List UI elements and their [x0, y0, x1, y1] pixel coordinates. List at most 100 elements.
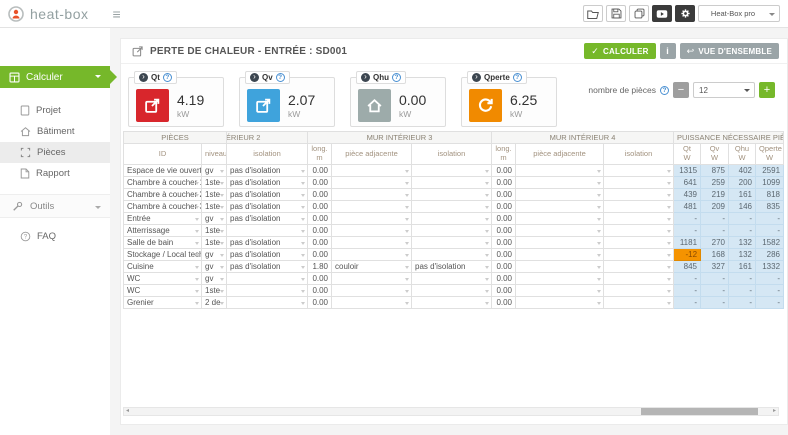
horizontal-scrollbar[interactable]: ◂ ▸: [123, 407, 779, 416]
cell-m4_long[interactable]: 0.00: [492, 165, 516, 177]
cell-m4_long[interactable]: 0.00: [492, 201, 516, 213]
sidebar-section-outils[interactable]: Outils: [0, 194, 110, 218]
cell-m4_adj[interactable]: [516, 189, 604, 201]
cell-id[interactable]: Chambre à coucher 3: [124, 201, 202, 213]
cell-m4_long[interactable]: 0.00: [492, 273, 516, 285]
cell-iso2[interactable]: pas d'isolation: [227, 213, 308, 225]
cell-m4_iso[interactable]: [604, 165, 674, 177]
cell-id[interactable]: Grenier: [124, 297, 202, 309]
save-button[interactable]: [606, 5, 626, 22]
cell-m4_iso[interactable]: [604, 177, 674, 189]
cell-m4_adj[interactable]: [516, 261, 604, 273]
rooms-plus-button[interactable]: +: [759, 82, 775, 98]
cell-m3_adj[interactable]: [332, 201, 412, 213]
cell-iso2[interactable]: pas d'isolation: [227, 261, 308, 273]
cell-m3_iso[interactable]: [412, 285, 492, 297]
scroll-left-icon[interactable]: ◂: [126, 407, 129, 416]
cell-m4_adj[interactable]: [516, 213, 604, 225]
cell-m4_adj[interactable]: [516, 177, 604, 189]
cell-m3_adj[interactable]: [332, 165, 412, 177]
cell-m4_adj[interactable]: [516, 285, 604, 297]
cell-iso2[interactable]: pas d'isolation: [227, 177, 308, 189]
info-button[interactable]: i: [660, 43, 676, 59]
cell-m3_long[interactable]: 0.00: [308, 249, 332, 261]
cell-m3_long[interactable]: 0.00: [308, 285, 332, 297]
cell-id[interactable]: Atterrissage: [124, 225, 202, 237]
cell-id[interactable]: Salle de bain: [124, 237, 202, 249]
cell-m3_adj[interactable]: [332, 177, 412, 189]
cell-m3_iso[interactable]: [412, 225, 492, 237]
cell-m3_long[interactable]: 0.00: [308, 297, 332, 309]
cell-m3_adj[interactable]: [332, 249, 412, 261]
copy-button[interactable]: [629, 5, 649, 22]
cell-iso2[interactable]: pas d'isolation: [227, 237, 308, 249]
cell-id[interactable]: Chambre à coucher 2: [124, 189, 202, 201]
goto-icon[interactable]: ›: [472, 73, 481, 82]
cell-m3_long[interactable]: 0.00: [308, 237, 332, 249]
cell-id[interactable]: Entrée: [124, 213, 202, 225]
cell-id[interactable]: Chambre à coucher 1: [124, 177, 202, 189]
cell-m3_long[interactable]: 0.00: [308, 177, 332, 189]
help-icon[interactable]: ?: [660, 86, 669, 95]
sidebar-item-batiment[interactable]: Bâtiment: [0, 121, 110, 142]
cell-m3_long[interactable]: 0.00: [308, 213, 332, 225]
cell-niveau[interactable]: 1ste: [202, 201, 227, 213]
cell-m3_adj[interactable]: [332, 237, 412, 249]
cell-m4_long[interactable]: 0.00: [492, 297, 516, 309]
sidebar-item-rapport[interactable]: Rapport: [0, 163, 110, 184]
sidebar-item-calculer[interactable]: Calculer: [0, 66, 110, 88]
cell-m4_iso[interactable]: [604, 225, 674, 237]
cell-niveau[interactable]: 1ste: [202, 177, 227, 189]
cell-niveau[interactable]: gv: [202, 273, 227, 285]
cell-m4_iso[interactable]: [604, 285, 674, 297]
cell-m3_iso[interactable]: [412, 165, 492, 177]
cell-m3_adj[interactable]: [332, 213, 412, 225]
cell-m4_iso[interactable]: [604, 273, 674, 285]
goto-icon[interactable]: ›: [139, 73, 148, 82]
cell-m4_long[interactable]: 0.00: [492, 213, 516, 225]
cell-m3_adj[interactable]: [332, 225, 412, 237]
cell-iso2[interactable]: [227, 225, 308, 237]
cell-m4_iso[interactable]: [604, 261, 674, 273]
cell-m4_long[interactable]: 0.00: [492, 261, 516, 273]
cell-m3_adj[interactable]: [332, 273, 412, 285]
cell-niveau[interactable]: 1ste: [202, 285, 227, 297]
cell-m3_long[interactable]: 0.00: [308, 189, 332, 201]
cell-id[interactable]: Cuisine: [124, 261, 202, 273]
help-icon[interactable]: ?: [392, 73, 401, 82]
cell-m3_adj[interactable]: [332, 297, 412, 309]
goto-icon[interactable]: ›: [361, 73, 370, 82]
cell-m4_iso[interactable]: [604, 297, 674, 309]
cell-m4_iso[interactable]: [604, 237, 674, 249]
scrollbar-thumb[interactable]: [641, 408, 759, 415]
sidebar-item-projet[interactable]: Projet: [0, 100, 110, 121]
cell-m4_iso[interactable]: [604, 201, 674, 213]
cell-m4_long[interactable]: 0.00: [492, 249, 516, 261]
license-select[interactable]: Heat-Box pro: [698, 5, 780, 22]
cell-m3_iso[interactable]: [412, 213, 492, 225]
cell-m4_long[interactable]: 0.00: [492, 225, 516, 237]
cell-m3_iso[interactable]: [412, 177, 492, 189]
help-icon[interactable]: ?: [276, 73, 285, 82]
help-icon[interactable]: ?: [513, 73, 522, 82]
cell-niveau[interactable]: 1ste: [202, 237, 227, 249]
sidebar-item-pieces[interactable]: Pièces: [0, 142, 110, 163]
cell-id[interactable]: WC: [124, 285, 202, 297]
cell-m3_adj[interactable]: [332, 285, 412, 297]
cell-iso2[interactable]: [227, 285, 308, 297]
sidebar-item-faq[interactable]: ? FAQ: [0, 226, 110, 247]
cell-m4_long[interactable]: 0.00: [492, 237, 516, 249]
cell-iso2[interactable]: pas d'isolation: [227, 249, 308, 261]
hamburger-icon[interactable]: ≡: [112, 6, 120, 22]
cell-id[interactable]: Stockage / Local tech: [124, 249, 202, 261]
help-icon[interactable]: ?: [163, 73, 172, 82]
cell-m4_long[interactable]: 0.00: [492, 177, 516, 189]
cell-m4_long[interactable]: 0.00: [492, 189, 516, 201]
cell-niveau[interactable]: 1ste: [202, 189, 227, 201]
cell-niveau[interactable]: gv: [202, 165, 227, 177]
cell-iso2[interactable]: [227, 297, 308, 309]
cell-m4_long[interactable]: 0.00: [492, 285, 516, 297]
cell-m4_adj[interactable]: [516, 165, 604, 177]
video-button[interactable]: [652, 5, 672, 22]
cell-m3_iso[interactable]: [412, 249, 492, 261]
